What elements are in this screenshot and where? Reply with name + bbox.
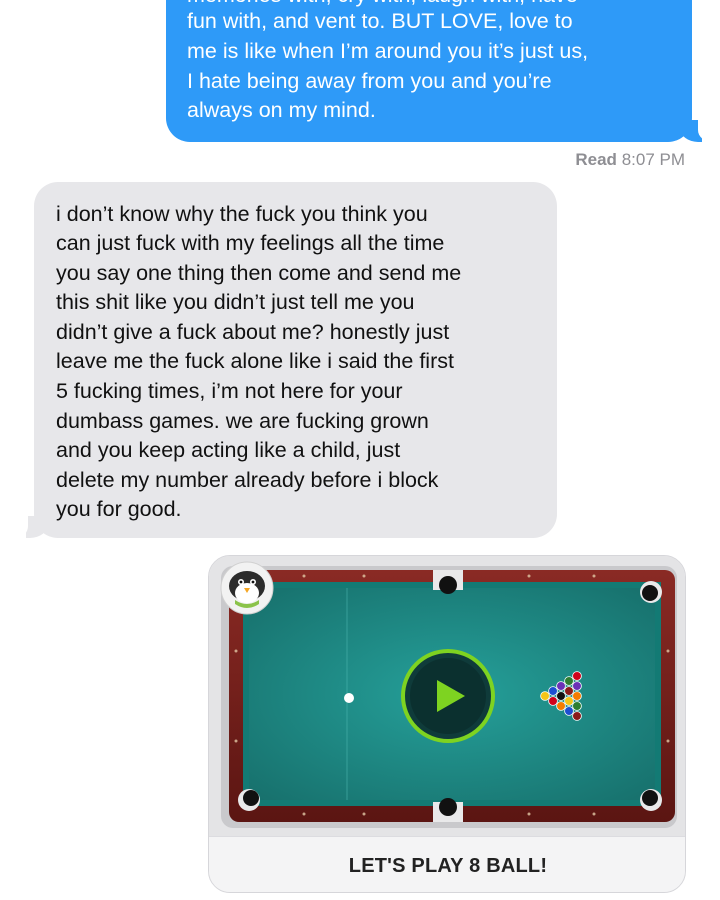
pool-table-image[interactable]: [209, 556, 685, 836]
game-caption: LET'S PLAY 8 BALL!: [209, 836, 685, 892]
message-line: delete my number already before i block: [56, 468, 439, 492]
message-line: me is like when I’m around you it’s just…: [187, 39, 589, 63]
message-line: always on my mind.: [187, 98, 376, 122]
message-line: dumbass games. we are fucking grown: [56, 409, 429, 433]
message-line: you for good.: [56, 497, 182, 521]
cue-ball: [344, 693, 354, 703]
message-line: you say one thing then come and send me: [56, 261, 462, 285]
message-line: I hate being away from you and you’re: [187, 69, 552, 93]
message-thread: memories with, cry with, laugh with, hav…: [0, 0, 720, 900]
read-receipt: Read 8:07 PM: [575, 150, 685, 170]
message-line: i don’t know why the fuck you think you: [56, 202, 428, 226]
message-line: didn’t give a fuck about me? honestly ju…: [56, 320, 450, 344]
message-line: this shit like you didn’t just tell me y…: [56, 290, 415, 314]
read-time: 8:07 PM: [621, 150, 685, 169]
outgoing-message-bubble[interactable]: memories with, cry with, laugh with, hav…: [166, 0, 714, 142]
message-line: 5 fucking times, i’m not here for your: [56, 379, 403, 403]
game-invite-card[interactable]: LET'S PLAY 8 BALL!: [208, 555, 686, 893]
message-line: leave me the fuck alone like i said the …: [56, 349, 454, 373]
incoming-message-bubble[interactable]: i don’t know why the fuck you think you …: [14, 182, 557, 538]
bubble-tail: [26, 516, 48, 538]
pool-table-graphic: [220, 561, 677, 828]
penguin-app-icon: [220, 561, 274, 615]
play-button[interactable]: [401, 649, 495, 743]
read-label: Read: [575, 150, 617, 169]
message-line: can just fuck with my feelings all the t…: [56, 231, 445, 255]
message-line: and you keep acting like a child, just: [56, 438, 401, 462]
message-line: fun with, and vent to. BUT LOVE, love to: [187, 9, 573, 33]
